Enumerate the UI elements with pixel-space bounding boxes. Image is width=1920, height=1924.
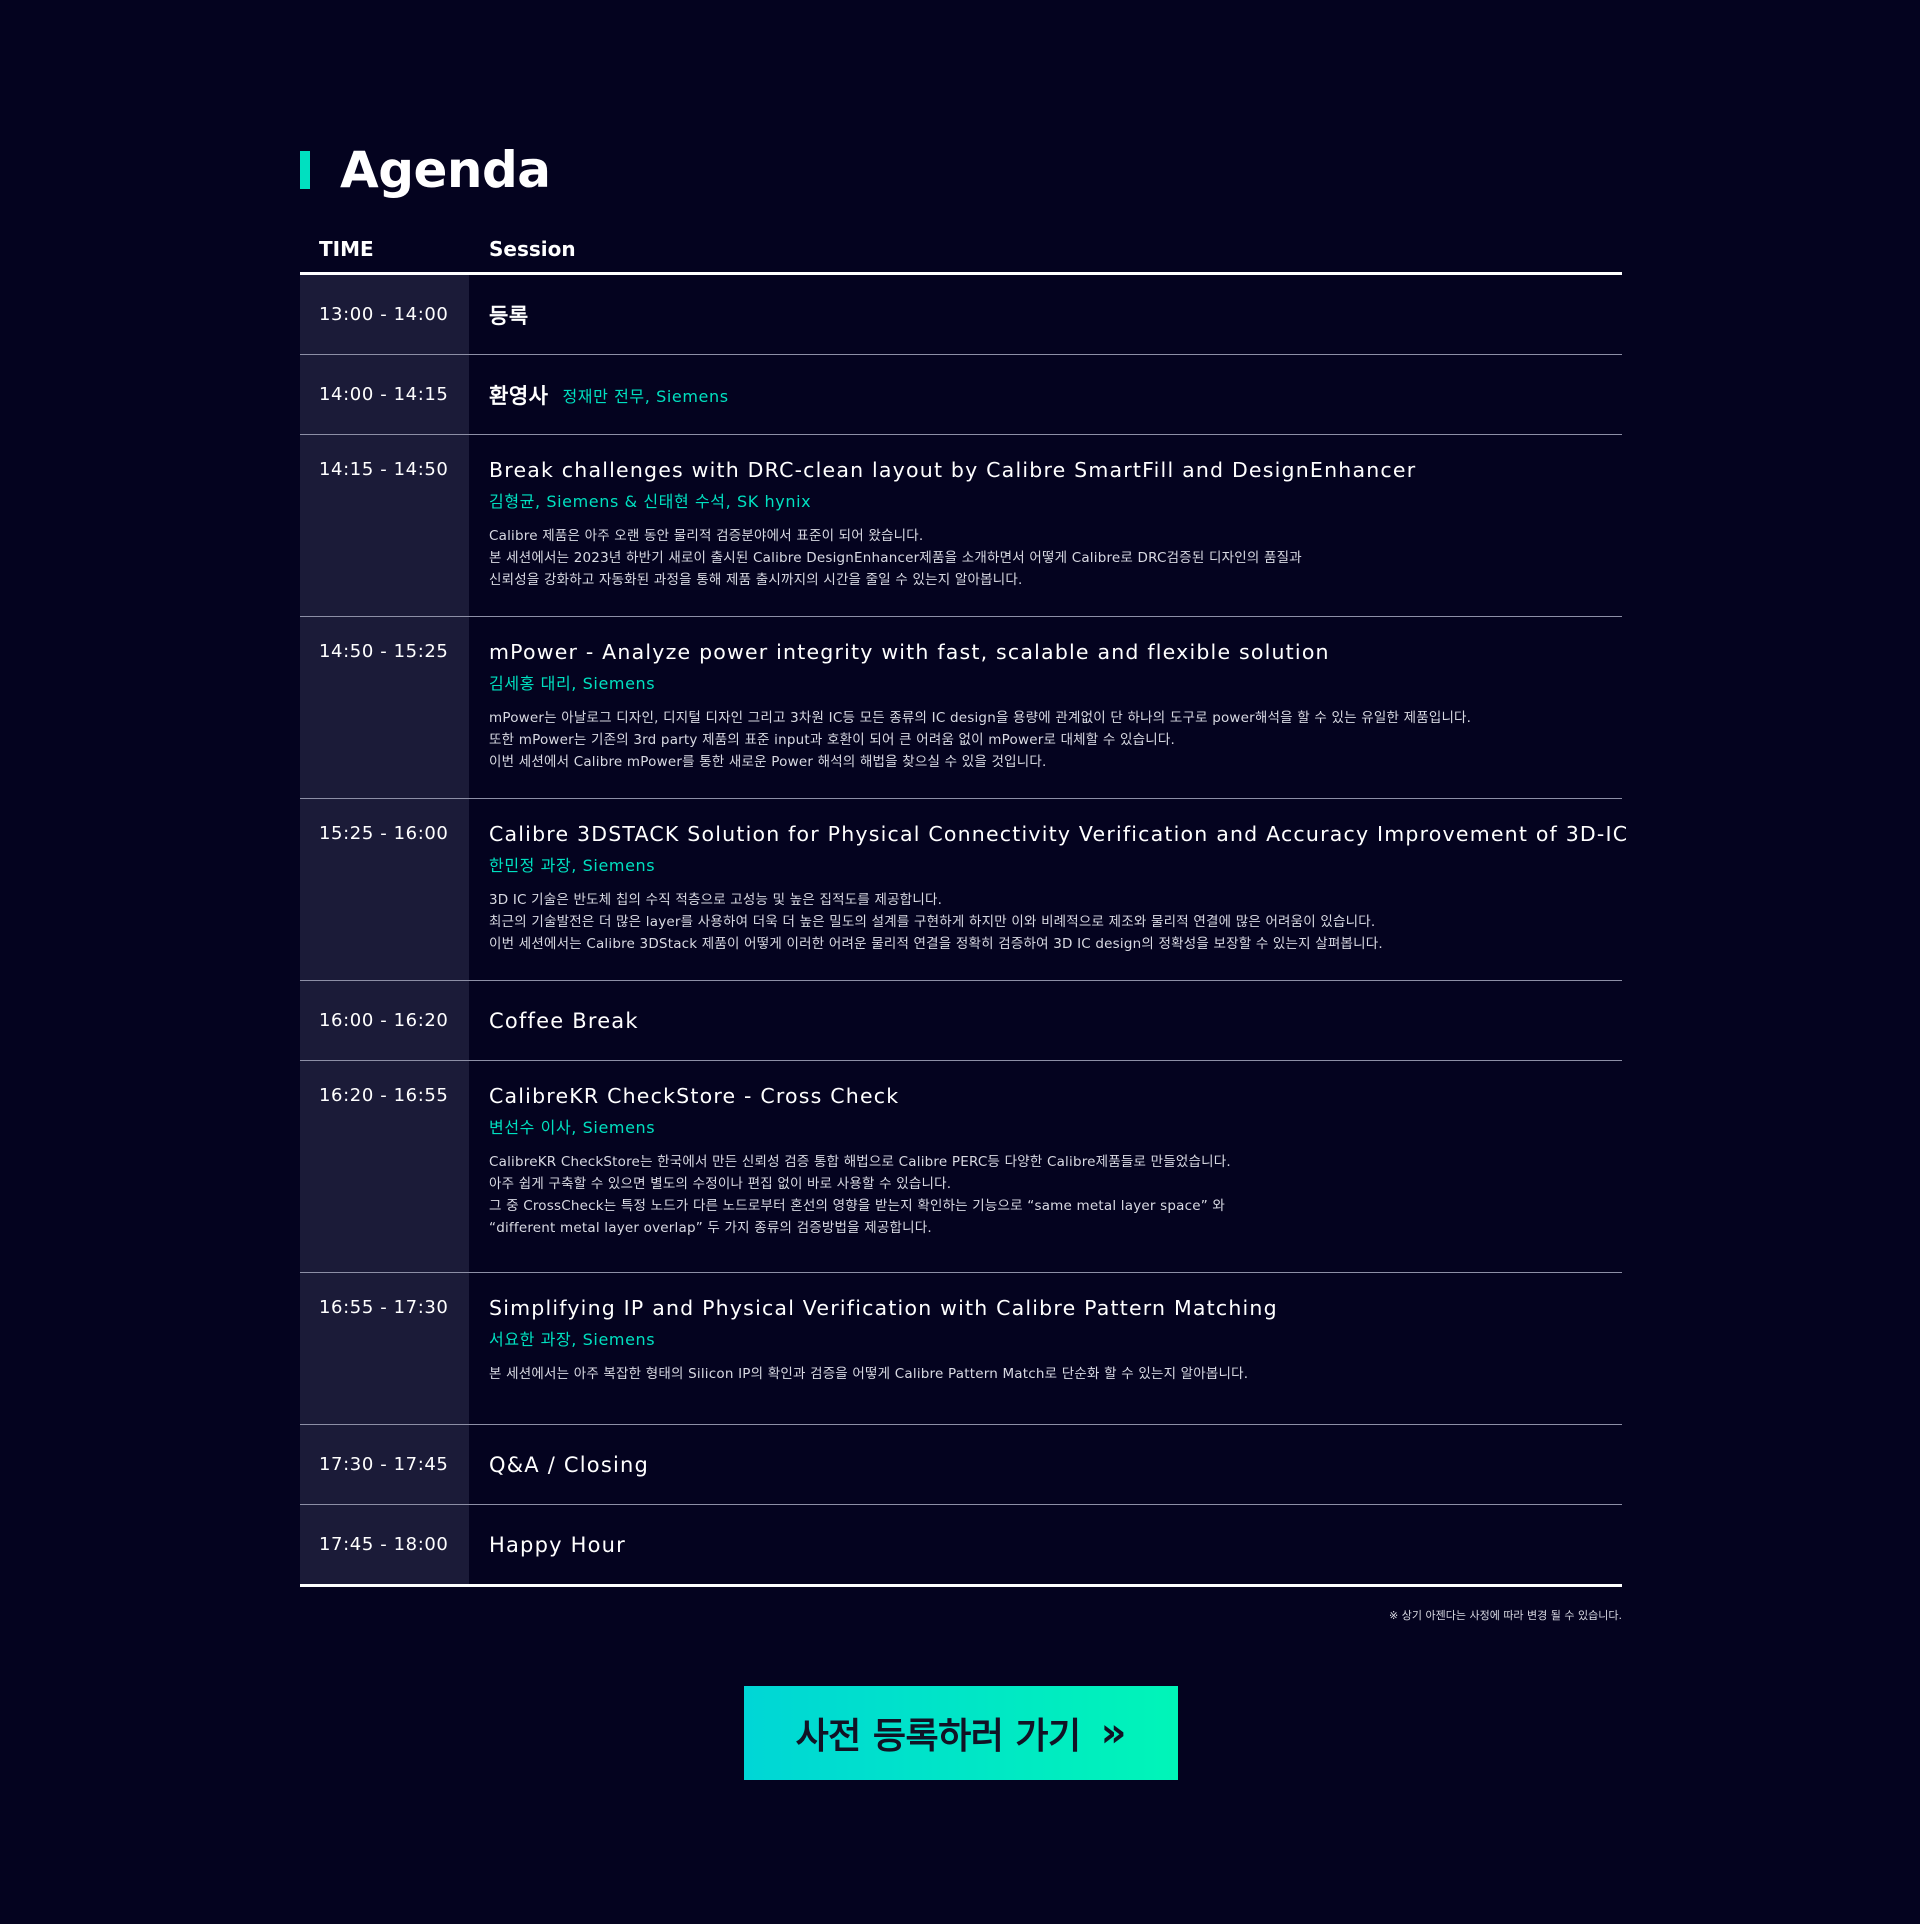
session-title: Simplifying IP and Physical Verification… — [489, 1296, 1278, 1320]
description-line: 그 중 CrossCheck는 특정 노드가 다른 노드로부터 혼선의 영향을 … — [489, 1198, 1226, 1214]
table-row: 16:20 - 16:55 CalibreKR CheckStore - Cro… — [300, 1061, 1622, 1273]
column-header-time: TIME — [319, 237, 374, 261]
description-line: 또한 mPower는 기존의 3rd party 제품의 표준 input과 호… — [489, 732, 1175, 748]
pre-registration-button-label: 사전 등록하러 가기 — [795, 1716, 1082, 1757]
session-cell: 등록 — [469, 275, 1622, 354]
session-speaker: 김세홍 대리, Siemens — [489, 674, 656, 693]
table-row: 17:45 - 18:00 Happy Hour — [300, 1505, 1622, 1584]
table-row: 16:00 - 16:20 Coffee Break — [300, 981, 1622, 1061]
time-cell: 14:50 - 15:25 — [300, 617, 469, 798]
description-line: CalibreKR CheckStore는 한국에서 만든 신뢰성 검증 통합 … — [489, 1154, 1231, 1170]
session-cell: Happy Hour — [469, 1505, 1622, 1584]
time-cell: 15:25 - 16:00 — [300, 799, 469, 980]
table-row: 14:15 - 14:50 Break challenges with DRC-… — [300, 435, 1622, 617]
time-cell: 17:45 - 18:00 — [300, 1505, 469, 1584]
description-line: mPower는 아날로그 디자인, 디지털 디자인 그리고 3차원 IC등 모든… — [489, 710, 1472, 726]
session-description: 3D IC 기술은 반도체 칩의 수직 적층으로 고성능 및 높은 집적도를 제… — [489, 889, 1628, 955]
time-cell: 14:00 - 14:15 — [300, 355, 469, 434]
description-line: 본 세션에서는 아주 복잡한 형태의 Silicon IP의 확인과 검증을 어… — [489, 1366, 1249, 1382]
description-line: 본 세션에서는 2023년 하반기 새로이 출시된 Calibre Design… — [489, 550, 1302, 566]
session-title: Calibre 3DSTACK Solution for Physical Co… — [489, 822, 1629, 846]
session-cell: Q&A / Closing — [469, 1425, 1622, 1504]
session-speaker: 서요한 과장, Siemens — [489, 1330, 656, 1349]
session-description: CalibreKR CheckStore는 한국에서 만든 신뢰성 검증 통합 … — [489, 1151, 1618, 1239]
description-line: 이번 세션에서 Calibre mPower를 통한 새로운 Power 해석의… — [489, 754, 1047, 770]
table-header: TIME Session — [300, 226, 1622, 275]
session-description: Calibre 제품은 아주 오랜 동안 물리적 검증분야에서 표준이 되어 왔… — [489, 525, 1618, 591]
session-title: 등록 — [489, 303, 529, 328]
session-speaker: 김형균, Siemens & 신태현 수석, SK hynix — [489, 492, 812, 511]
table-row: 14:50 - 15:25 mPower - Analyze power int… — [300, 617, 1622, 799]
session-cell: Break challenges with DRC-clean layout b… — [469, 435, 1622, 616]
description-line: 이번 세션에서는 Calibre 3DStack 제품이 어떻게 이러한 어려운… — [489, 936, 1383, 952]
agenda-change-note: ※ 상기 아젠다는 사정에 따라 변경 될 수 있습니다. — [1389, 1609, 1622, 1622]
session-title: 환영사 — [489, 383, 549, 408]
table-row: 17:30 - 17:45 Q&A / Closing — [300, 1425, 1622, 1505]
session-cell: Coffee Break — [469, 981, 1622, 1060]
session-title: Coffee Break — [489, 1008, 639, 1033]
session-speaker: 정재만 전무, Siemens — [562, 386, 729, 406]
heading-accent-bar — [300, 151, 310, 189]
table-row: 15:25 - 16:00 Calibre 3DSTACK Solution f… — [300, 799, 1627, 981]
session-speaker: 한민정 과장, Siemens — [489, 856, 656, 875]
session-description: mPower는 아날로그 디자인, 디지털 디자인 그리고 3차원 IC등 모든… — [489, 707, 1618, 773]
session-cell: mPower - Analyze power integrity with fa… — [469, 617, 1622, 798]
session-title: CalibreKR CheckStore - Cross Check — [489, 1084, 900, 1108]
table-row: 16:55 - 17:30 Simplifying IP and Physica… — [300, 1273, 1622, 1425]
session-title: Happy Hour — [489, 1532, 627, 1557]
session-cell: 환영사 정재만 전무, Siemens — [469, 355, 1622, 434]
time-cell: 16:00 - 16:20 — [300, 981, 469, 1060]
time-cell: 17:30 - 17:45 — [300, 1425, 469, 1504]
session-title: Q&A / Closing — [489, 1452, 650, 1477]
double-chevron-right-icon: » — [1100, 1710, 1127, 1756]
agenda-table: 13:00 - 14:00 등록 14:00 - 14:15 환영사 정재만 전… — [300, 275, 1627, 1587]
column-header-session: Session — [489, 237, 576, 261]
time-cell: 14:15 - 14:50 — [300, 435, 469, 616]
time-cell: 16:20 - 16:55 — [300, 1061, 469, 1272]
description-line: 신뢰성을 강화하고 자동화된 과정을 통해 제품 출시까지의 시간을 줄일 수 … — [489, 572, 1023, 588]
table-row: 13:00 - 14:00 등록 — [300, 275, 1622, 355]
session-description: 본 세션에서는 아주 복잡한 형태의 Silicon IP의 확인과 검증을 어… — [489, 1363, 1618, 1385]
session-title: Break challenges with DRC-clean layout b… — [489, 458, 1417, 482]
session-cell: Simplifying IP and Physical Verification… — [469, 1273, 1622, 1424]
table-row: 14:00 - 14:15 환영사 정재만 전무, Siemens — [300, 355, 1622, 435]
session-cell: CalibreKR CheckStore - Cross Check 변선수 이… — [469, 1061, 1622, 1272]
session-title: mPower - Analyze power integrity with fa… — [489, 640, 1330, 664]
session-cell: Calibre 3DSTACK Solution for Physical Co… — [469, 799, 1632, 980]
session-speaker: 변선수 이사, Siemens — [489, 1118, 656, 1137]
description-line: “different metal layer overlap” 두 가지 종류의… — [489, 1220, 932, 1236]
agenda-heading: Agenda — [300, 140, 551, 200]
time-cell: 13:00 - 14:00 — [300, 275, 469, 354]
description-line: 3D IC 기술은 반도체 칩의 수직 적층으로 고성능 및 높은 집적도를 제… — [489, 892, 943, 908]
description-line: 최근의 기술발전은 더 많은 layer를 사용하여 더욱 더 높은 밀도의 설… — [489, 914, 1376, 930]
pre-registration-button[interactable]: 사전 등록하러 가기 » — [744, 1686, 1178, 1780]
page-title: Agenda — [340, 141, 551, 199]
description-line: 아주 쉽게 구축할 수 있으면 별도의 수정이나 편집 없이 바로 사용할 수 … — [489, 1176, 952, 1192]
description-line: Calibre 제품은 아주 오랜 동안 물리적 검증분야에서 표준이 되어 왔… — [489, 528, 924, 544]
time-cell: 16:55 - 17:30 — [300, 1273, 469, 1424]
